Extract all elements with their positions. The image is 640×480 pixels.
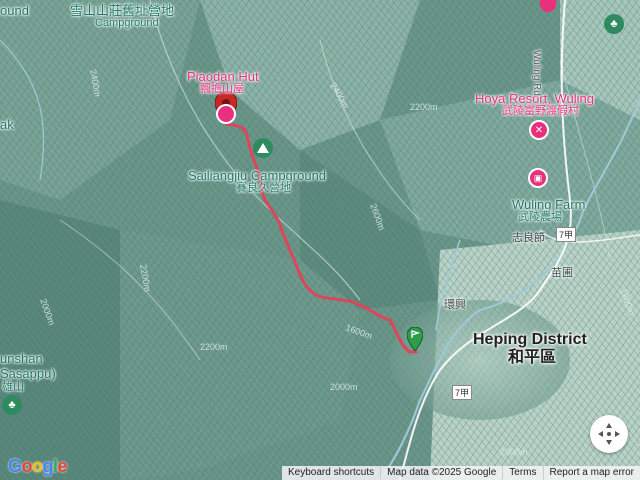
label-heping-district: Heping District [473, 331, 587, 348]
road-shield: 7甲 [452, 385, 473, 400]
hotel-icon[interactable]: ✕ [529, 120, 549, 140]
attribution-bar: Keyboard shortcuts Map data ©2025 Google… [281, 466, 640, 480]
label-sailiangjiu: Sailiangjiu Campground [188, 168, 327, 183]
label-wuling-rd: Wuling Rd [531, 50, 542, 96]
keyboard-shortcuts-link[interactable]: Keyboard shortcuts [282, 466, 380, 480]
label-wuling-farm-zh: 武陵農場 [518, 211, 562, 223]
hut-dot-icon[interactable] [216, 104, 236, 124]
label-xueshan-old-camp: 雪山山莊舊址營地 [70, 3, 175, 18]
label-edge-left-sasappu: Sasappu) [0, 366, 56, 381]
label-piaodan-hut: Piaodan Hut [187, 69, 259, 84]
green-pin-icon[interactable] [406, 326, 424, 352]
label-hoya-resort-zh: 武陵富野渡假村 [502, 105, 579, 117]
svg-text:2000m: 2000m [330, 382, 358, 392]
label-edge-left-mid: ak [0, 117, 14, 132]
label-edge-left-zh: 雄山 [2, 381, 24, 393]
svg-text:2000m: 2000m [500, 447, 528, 457]
road-shield: 7甲 [556, 227, 577, 242]
label-yuanpu: 苗圃 [551, 267, 573, 279]
park-icon-left[interactable]: ♣ [2, 395, 22, 415]
google-logo: Google [8, 456, 68, 476]
label-xueshan-old-camp-en: Campground [95, 17, 159, 29]
park-icon[interactable]: ♣ [604, 14, 624, 34]
label-zhiliangjie: 志良節 [512, 232, 545, 244]
svg-text:2200m: 2200m [410, 102, 438, 112]
map-data-text: Map data ©2025 Google [380, 466, 502, 480]
label-edge-left-shan: unshan [0, 351, 43, 366]
svg-text:2200m: 2200m [200, 342, 228, 352]
label-sailiangjiu-zh: 賽良久營地 [236, 182, 291, 194]
compass-icon[interactable] [590, 415, 628, 453]
label-huanxing: 環興 [444, 299, 466, 311]
label-piaodan-hut-zh: 飄擔山屋 [200, 83, 244, 95]
report-error-link[interactable]: Report a map error [542, 466, 640, 480]
label-wuling-farm: Wuling Farm [512, 197, 586, 212]
terms-link[interactable]: Terms [502, 466, 542, 480]
label-heping-district-zh: 和平區 [508, 349, 557, 366]
campground-icon[interactable] [253, 138, 273, 158]
label-edge-left-top: ound [0, 3, 29, 18]
camera-icon[interactable]: ▣ [528, 168, 548, 188]
